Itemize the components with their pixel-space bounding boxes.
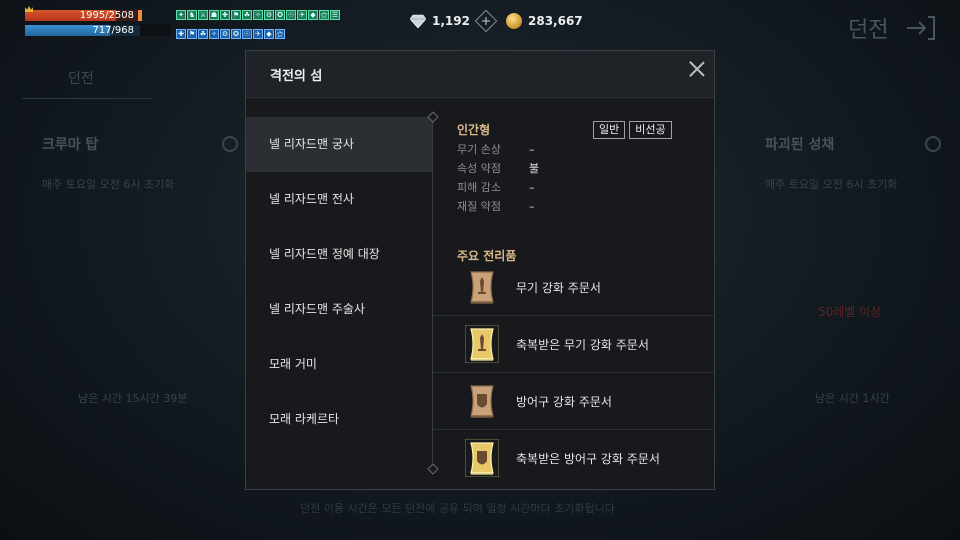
stat-row: 피해 감소 – [457,178,702,197]
blessed-armor-scroll-icon [465,439,499,477]
buff-icon[interactable]: ⚑ [187,29,197,39]
monster-list-item[interactable]: 넬 리자드맨 주술사 [246,282,432,337]
buff-icon[interactable]: ☗ [209,10,219,20]
dialog-title: 격전의 섬 [270,69,323,84]
buff-icon[interactable]: ✦ [176,10,186,20]
bg-tab-dungeon: 던전 [68,71,94,87]
monster-list-item[interactable]: 넬 리자드맨 궁사 [246,117,432,172]
buff-icon[interactable]: ☉ [286,10,296,20]
mp-text: 717/968 [92,25,134,36]
loot-name: 축복받은 무기 강화 주문서 [516,337,649,352]
stat-label: 속성 약점 [457,162,501,175]
buff-icon[interactable]: ✧ [253,10,263,20]
buff-icon[interactable]: ✧ [209,29,219,39]
top-hud: 1995/2508 717/968 ✦ ♞ ⚔ ☗ ✚ ⚑ ☘ ✧ ⚙ ✪ ☉ ✈ ◆ ⚝ ☰ ✚ ⚑ ☘ ✧ ⚙ ✪ ☉… [0,0,960,44]
stat-label: 무기 손상 [457,143,501,156]
buff-icon[interactable]: ⚝ [319,10,329,20]
buff-icon[interactable]: ☘ [198,29,208,39]
bg-col2-title: 파괴된 성채 [765,137,835,153]
stat-row: 속성 약점 불 [457,159,702,178]
stat-row: 재질 약점 – [457,197,702,216]
diamond-currency: 1,192 [410,9,498,33]
stat-label: 피해 감소 [457,181,501,194]
stat-value: – [529,181,535,194]
monster-list-item[interactable]: 넬 리자드맨 정예 대장 [246,227,432,282]
buff-icon[interactable]: ◆ [308,10,318,20]
diamond-icon [410,14,426,28]
dialog-header: 격전의 섬 [246,51,714,98]
buff-icon[interactable]: ⚝ [275,29,285,39]
dungeon-title: 던전 [848,18,889,43]
loot-item[interactable]: 축복받은 방어구 강화 주문서 [433,430,714,486]
add-diamond-button[interactable] [474,9,498,33]
hp-bar-cap [138,10,142,21]
bg-col1-desc: 매주 토요일 오전 6시 초기화 [42,178,175,191]
blessed-weapon-scroll-icon [465,325,499,363]
monster-info-panel: 인간형 일반 비선공 무기 손상 – 속성 약점 불 피해 감소 – 재질 약점 – [457,121,702,216]
buff-icon[interactable]: ⚑ [231,10,241,20]
armor-scroll-icon [470,385,494,418]
loot-item[interactable]: 무기 강화 주문서 [433,259,714,316]
monster-stats: 무기 손상 – 속성 약점 불피해 감소 – 재질 약점 – [457,140,702,216]
loot-list: 무기 강화 주문서축복받은 무기 강화 주문서방어구 강화 주문서축복받은 방어… [433,259,714,486]
stat-label: 재질 약점 [457,200,501,213]
buff-icon[interactable]: ⚙ [220,29,230,39]
search-icon [222,136,238,152]
stat-value: 불 [529,162,540,175]
tag-passive: 비선공 [629,121,672,139]
buff-icon[interactable]: ✪ [275,10,285,20]
close-icon[interactable] [689,61,705,77]
loot-item[interactable]: 방어구 강화 주문서 [433,373,714,430]
stat-row: 무기 손상 – [457,140,702,159]
bg-level-warning: 50레벨 이상 [818,305,882,319]
buff-icons[interactable]: ✦ ♞ ⚔ ☗ ✚ ⚑ ☘ ✧ ⚙ ✪ ☉ ✈ ◆ ⚝ ☰ ✚ ⚑ ☘ ✧ ⚙ ✪ ☉ ✈ ◆ ⚝ [176,10,354,48]
monster-list: 넬 리자드맨 궁사 넬 리자드맨 전사 넬 리자드맨 정예 대장 넬 리자드맨 주술사… [246,117,432,447]
stat-value: – [529,200,535,213]
buff-icon[interactable]: ✚ [176,29,186,39]
buff-icon[interactable]: ✚ [220,10,230,20]
loot-name: 무기 강화 주문서 [516,280,601,295]
stat-value: – [529,143,535,156]
gold-coin-icon [506,13,522,29]
monster-tags: 일반 비선공 [593,121,672,139]
gold-currency: 283,667 [506,13,583,29]
buff-icon[interactable]: ♞ [187,10,197,20]
search-icon [925,136,941,152]
crown-icon [25,6,33,12]
bg-col2-desc: 매주 토요일 오전 6시 초기화 [765,178,898,191]
weapon-scroll-icon [470,271,494,304]
buff-icon[interactable]: ☰ [330,10,340,20]
diamond-count: 1,192 [432,14,470,28]
monster-info-dialog: 격전의 섬 넬 리자드맨 궁사 넬 리자드맨 전사 넬 리자드맨 정예 대장 넬 리자… [245,50,715,490]
bg-tab-underline [22,98,152,99]
monster-list-item[interactable]: 넬 리자드맨 전사 [246,172,432,227]
bg-col1-time: 남은 시간 15시간 39분 [78,392,188,405]
hp-bar: 1995/2508 [25,10,140,21]
loot-name: 방어구 강화 주문서 [516,394,612,409]
loot-name: 축복받은 방어구 강화 주문서 [516,451,660,466]
mp-bar: 717/968 [25,25,140,36]
buff-icon[interactable]: ☉ [242,29,252,39]
bar-shadow [140,24,170,36]
buff-icon[interactable]: ⚙ [264,10,274,20]
buff-icon[interactable]: ◆ [264,29,274,39]
monster-list-item[interactable]: 모래 라케르타 [246,392,432,447]
buff-icon[interactable]: ⚔ [198,10,208,20]
bg-col1-title: 크루마 탑 [42,137,99,153]
buff-icon[interactable]: ✈ [297,10,307,20]
bg-col2-time: 남은 시간 1시간 [815,392,890,405]
buff-icon[interactable]: ☘ [242,10,252,20]
hp-text: 1995/2508 [79,10,134,21]
bg-footer-note: 던전 이용 시간은 모든 던전에 공유 되며 일정 시간마다 초기화됩니다 [300,502,615,515]
loot-item[interactable]: 축복받은 무기 강화 주문서 [433,316,714,373]
tag-normal: 일반 [593,121,626,139]
gold-count: 283,667 [528,14,583,28]
buff-icon[interactable]: ✪ [231,29,241,39]
monster-list-item[interactable]: 모래 거미 [246,337,432,392]
buff-icon[interactable]: ✈ [253,29,263,39]
exit-icon[interactable] [905,14,935,42]
